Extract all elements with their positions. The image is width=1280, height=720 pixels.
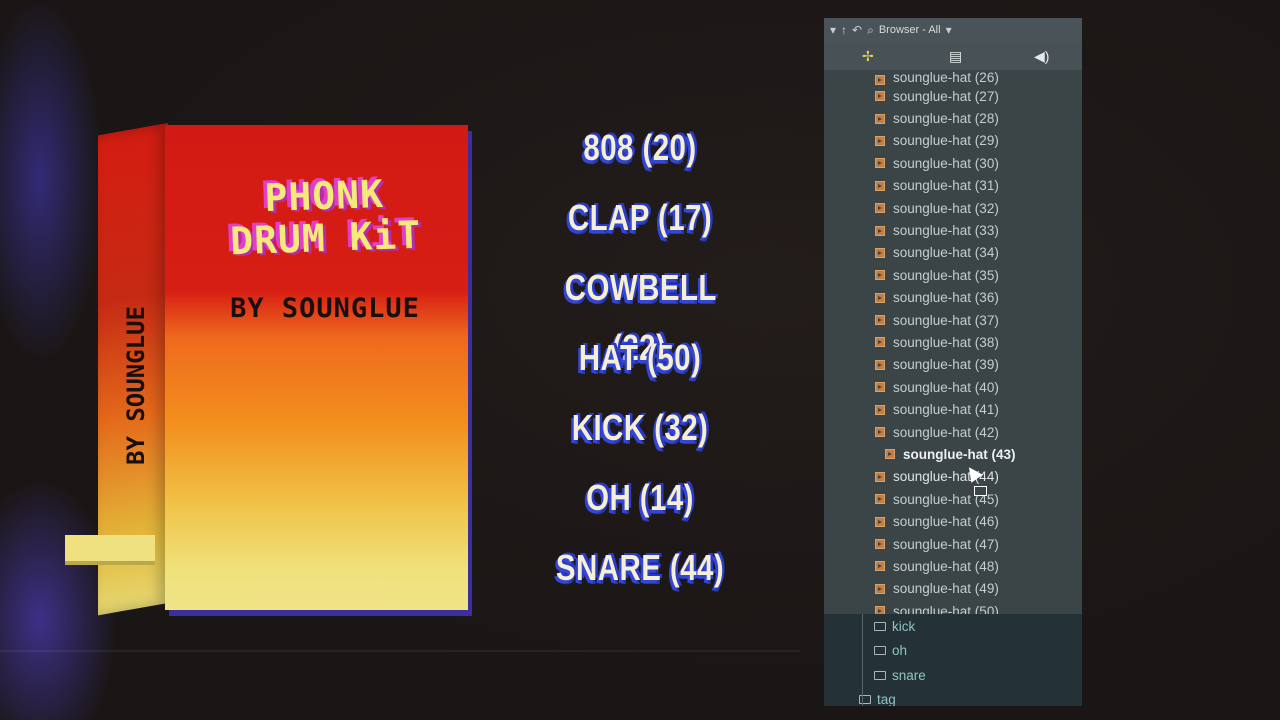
browser-toolbar: ✢ ▤ ◀) [824,42,1082,70]
audio-file-icon [875,158,885,169]
audio-file-icon [875,516,885,527]
chevron-down-icon[interactable]: ▾ [946,23,952,37]
audio-file-icon [875,337,885,348]
document-icon[interactable]: ▤ [949,48,962,65]
browser-header: ▾ ↑ ↶ ⌕ Browser - All ▾ [824,18,1082,42]
box-side-byline: BY SOUNGLUE [122,306,150,465]
list-item[interactable]: sounglue-hat (41) [824,398,1082,420]
search-icon[interactable]: ⌕ [867,23,874,38]
box-title: PHONK DRUM KiT [184,170,467,264]
audio-file-icon [875,404,885,415]
list-item[interactable]: sounglue-hat (29) [824,130,1082,152]
audio-file-icon [875,75,885,85]
folder-icon [859,695,871,705]
audio-file-icon [875,135,885,146]
list-item[interactable]: sounglue-hat (37) [824,309,1082,331]
list-item[interactable]: sounglue-hat (28) [824,107,1082,129]
category-item: KICK (32) [571,407,709,448]
list-item[interactable]: sounglue-hat (35) [824,264,1082,286]
list-item[interactable]: sounglue-hat (36) [824,287,1082,309]
list-item[interactable]: sounglue-hat (46) [824,510,1082,532]
list-item-selected[interactable]: sounglue-hat (43) [824,443,1082,465]
list-item[interactable]: sounglue-hat (40) [824,376,1082,398]
box-byline: BY SOUNGLUE [230,293,420,324]
list-item[interactable]: sounglue-hat (26) [824,71,1082,85]
file-tree: sounglue-hat (26) sounglue-hat (27) soun… [824,70,1082,622]
audio-file-icon [875,180,885,191]
list-item[interactable]: sounglue-hat (45) [824,488,1082,510]
audio-file-icon [875,583,885,594]
audio-file-icon [875,471,885,482]
list-item[interactable]: sounglue-hat (34) [824,242,1082,264]
category-item: HAT (50) [578,337,702,378]
menu-arrow-icon[interactable]: ▾ [830,23,836,37]
scanline [0,650,800,652]
audio-file-icon [875,494,885,505]
category-item: OH (14) [586,477,694,518]
folder-icon [874,670,886,680]
list-item[interactable]: sounglue-hat (49) [824,578,1082,600]
browser-panel: ▾ ↑ ↶ ⌕ Browser - All ▾ ✢ ▤ ◀) sounglue-… [824,18,1082,706]
audio-file-icon [875,113,885,124]
drag-file-icon [974,486,987,496]
audio-file-icon [875,292,885,303]
snap-icon[interactable]: ✢ [862,48,874,65]
category-list: 808 (20) CLAP (17) COWBELL (22) HAT (50)… [520,118,760,608]
list-item[interactable]: sounglue-hat (44) [824,466,1082,488]
list-item[interactable]: sounglue-hat (33) [824,219,1082,241]
list-item[interactable]: sounglue-hat (32) [824,197,1082,219]
audio-file-icon [875,247,885,258]
list-item[interactable]: sounglue-hat (48) [824,555,1082,577]
folder-icon [874,646,886,656]
list-item[interactable]: sounglue-hat (27) [824,85,1082,107]
category-item: CLAP (17) [567,197,713,238]
audio-file-icon [875,270,885,281]
list-item[interactable]: sounglue-hat (38) [824,331,1082,353]
list-item[interactable]: sounglue-hat (30) [824,152,1082,174]
list-item[interactable]: sounglue-hat (31) [824,175,1082,197]
audio-file-icon [875,91,885,102]
audio-file-icon [875,203,885,214]
audio-file-icon [875,539,885,549]
product-box: PHONK DRUM KiT BY SOUNGLUE BY SOUNGLUE [60,95,480,616]
list-item[interactable]: sounglue-hat (39) [824,354,1082,376]
audio-file-icon [875,427,885,438]
box-base [65,535,155,561]
list-item[interactable]: sounglue-hat (42) [824,421,1082,443]
audio-file-icon [885,449,895,460]
up-arrow-icon[interactable]: ↑ [841,23,847,37]
category-item: SNARE (44) [555,547,725,588]
audio-file-icon [875,315,885,326]
audio-file-icon [875,225,885,236]
category-item: COWBELL (22) [564,267,717,368]
audio-file-icon [875,382,885,393]
category-item: 808 (20) [583,127,697,168]
folder-icon [874,621,886,631]
speaker-icon[interactable]: ◀) [1034,48,1049,65]
browser-title[interactable]: Browser - All [879,24,941,36]
list-item[interactable]: sounglue-hat (47) [824,533,1082,555]
tree-guide-line [862,614,863,706]
undo-icon[interactable]: ↶ [852,23,862,37]
audio-file-icon [875,561,885,572]
audio-file-icon [875,359,885,370]
